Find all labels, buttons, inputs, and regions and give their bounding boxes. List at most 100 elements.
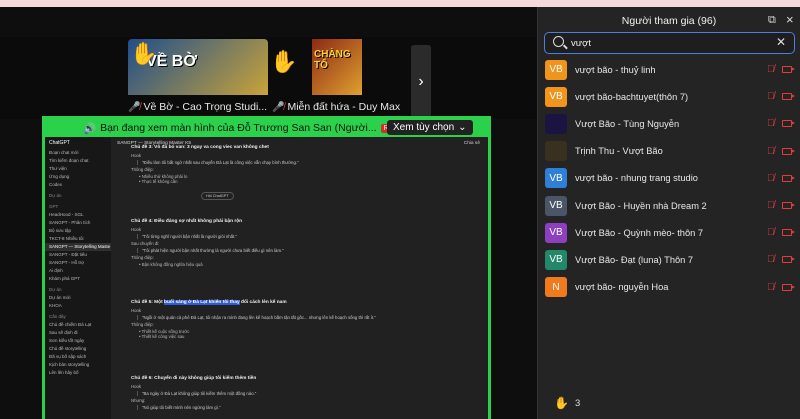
section-after: "Nó giúp tôi biết mình nên ngừng làm gì.… — [137, 405, 391, 410]
chatgpt-sidebar-item: Khám phá GPT — [49, 276, 81, 281]
chatgpt-logo: ChatGPT — [49, 140, 70, 146]
chatgpt-sidebar-item: TKCT-8 Nhiều tôi — [49, 236, 84, 241]
chatgpt-share: Chia sẻ — [463, 141, 480, 146]
section-hook: Hook — [131, 308, 142, 313]
share-banner: 🔊 Bạn đang xem màn hình của Đỗ Trương Sa… — [45, 119, 488, 137]
mic-off-icon: 🎤̸ — [272, 101, 285, 113]
chatgpt-sidebar-item: Ai định — [49, 268, 63, 273]
video-strip — [0, 37, 537, 119]
camera-off-icon — [782, 256, 795, 264]
tile-name: Về Bờ - Cao Trọng Studi... — [143, 101, 268, 113]
tile-thumbnail: VỀ BỜ ✋ — [128, 39, 268, 95]
chatgpt-sidebar-item: Chủ đề chiếm Đà Lạt — [49, 322, 92, 327]
camera-off-icon — [782, 120, 795, 128]
section-points-label: Thông điệp: — [131, 322, 154, 327]
tile-thumb-text: CHÀNG TỔ — [314, 49, 351, 71]
mic-off-icon: 🎙̸ — [767, 200, 775, 212]
section-after-label: Sau chuyến đi: — [131, 241, 160, 246]
chatgpt-section: Chủ đề 5: Một buổi sáng ở Đà Lạt khiến t… — [131, 300, 391, 339]
avatar: VB — [545, 86, 567, 107]
chatgpt-section: Chủ đề 6: Chuyến đi này không giúp tôi k… — [131, 376, 391, 412]
participant-row[interactable]: VB Vượt Bão - Huyền nhà Dream 2 🎙̸ — [538, 192, 800, 219]
chatgpt-sidebar: ChatGPT Đoạn chat mới Tìm kiếm đoạn chat T… — [45, 137, 111, 419]
search-input[interactable] — [571, 35, 761, 51]
chatgpt-sidebar-item: SANGPT - Phân tích — [49, 220, 91, 225]
camera-off-icon — [782, 66, 795, 74]
chatgpt-sidebar-item: Codex — [49, 182, 63, 187]
section-points-label: Thông điệp: — [131, 167, 154, 172]
tile-thumbnail: CHÀNG TỔ — [312, 39, 362, 95]
camera-off-icon — [782, 174, 795, 182]
participants-panel: Người tham gia (96) ⧉ × ✕ VB vượt bão - t… — [537, 7, 800, 419]
section-quote: "Điều làm tôi bất ngờ nhất sau chuyến Đà… — [137, 160, 391, 165]
participant-name: Vượt Bão - Tùng Nguyễn — [575, 118, 680, 129]
section-hook: Hook — [131, 227, 142, 232]
chevron-right-icon: › — [418, 73, 424, 90]
participant-row[interactable]: VB vượt bão-bachtuyet(thôn 7) 🎙̸ — [538, 83, 800, 110]
participant-name: vượt bão - nhung trang studio — [575, 173, 698, 184]
section-after-label: Nhưng: — [131, 398, 146, 403]
avatar: VB — [545, 222, 567, 243]
participant-name: Vượt Bão - Quỳnh mèo- thôn 7 — [575, 227, 704, 238]
chatgpt-sidebar-item: Đã vụ bố sập sách — [49, 354, 87, 359]
participant-search: ✕ — [544, 32, 795, 54]
avatar: VB — [545, 59, 567, 80]
chatgpt-sidebar-item: Tìm kiếm đoạn chat — [49, 158, 89, 163]
participant-name: Vượt Bão- Đạt (luna) Thôn 7 — [575, 254, 694, 265]
participant-row[interactable]: VB vượt bão - thuỷ linh 🎙̸ — [538, 56, 800, 83]
mic-off-icon: 🎙̸ — [767, 281, 775, 293]
participant-name: vượt bão - thuỷ linh — [575, 64, 656, 75]
participant-tile[interactable]: VỀ BỜ ✋ 🎤̸ Về Bờ - Cao Trọng Studi... — [128, 39, 268, 117]
chatgpt-sidebar-item: SANGPT — Storytelling Maste — [45, 243, 111, 251]
section-title: Chủ đề 3: Vô đà bó van: 3 ngay va cong v… — [131, 145, 269, 150]
mic-off-icon: 🎙̸ — [767, 145, 775, 157]
participant-row[interactable]: Vượt Bão - Tùng Nguyễn 🎙̸ — [538, 110, 800, 137]
chatgpt-sidebar-item: Chủ đề storytelling — [49, 346, 87, 351]
camera-off-icon — [782, 229, 795, 237]
section-points-label: Thông điệp: — [131, 255, 154, 260]
section-point-text: Thực tế không cần — [141, 179, 178, 184]
mic-off-icon: 🎙̸ — [767, 91, 775, 103]
clear-search-icon[interactable]: ✕ — [776, 35, 786, 49]
chatgpt-sidebar-item: Ứng dụng — [49, 174, 70, 179]
popout-icon[interactable]: ⧉ — [768, 14, 776, 27]
avatar: VB — [545, 195, 567, 216]
presenter-name: Đỗ Trương San San (Người... — [237, 122, 377, 134]
camera-off-icon — [782, 202, 795, 210]
avatar: VB — [545, 168, 567, 189]
participant-row[interactable]: Trịnh Thu - Vượt Bão 🎙̸ — [538, 138, 800, 165]
mic-off-icon: 🎙̸ — [767, 254, 775, 266]
raised-hand-icon: ✋ — [130, 41, 158, 66]
view-options-label: Xem tùy chọn — [393, 122, 455, 133]
top-notification-bar — [0, 0, 800, 7]
close-icon[interactable]: × — [786, 12, 794, 27]
chatgpt-sidebar-item: Sau sẽ định đi — [49, 330, 78, 335]
chatgpt-sidebar-item: HeadHood - SGL — [49, 212, 84, 217]
participant-row[interactable]: VB vượt bão - nhung trang studio 🎙̸ — [538, 165, 800, 192]
next-tiles-button[interactable]: › — [411, 45, 431, 119]
panel-title: Người tham gia (96) — [621, 15, 717, 27]
camera-off-icon — [782, 93, 795, 101]
section-quote: "Tôi từng nghĩ người bận nhất là người g… — [137, 234, 391, 239]
share-banner-text: Bạn đang xem màn hình của — [100, 122, 235, 134]
participant-tile[interactable]: CHÀNG TỔ 🎤̸ Miễn đất hứa - Duy Max — [272, 39, 408, 117]
section-title: Chủ đề 5: Một buổi sáng ở Đà Lạt khiến t… — [131, 300, 287, 305]
chatgpt-sidebar-item: SANGPT - Hỗ trợ — [49, 260, 85, 265]
raised-hand-icon: ✋ — [554, 396, 569, 410]
participant-row[interactable]: VB Vượt Bão- Đạt (luna) Thôn 7 🎙̸ — [538, 246, 800, 273]
camera-off-icon — [782, 147, 795, 155]
chatgpt-sidebar-item: Kịch bản storytelling — [49, 362, 90, 367]
screen-share: 🔊 Bạn đang xem màn hình của Đỗ Trương Sa… — [42, 116, 491, 419]
chatgpt-sidebar-item: Dự án mới — [49, 295, 71, 300]
section-quote: "Ngồi ở một quán cà phê Đà Lạt, tôi nhận… — [137, 315, 391, 320]
avatar — [545, 113, 567, 134]
view-options-button[interactable]: Xem tùy chọn ⌄ — [387, 120, 473, 135]
avatar — [545, 141, 567, 162]
mic-off-icon: 🎙̸ — [767, 172, 775, 184]
participant-row[interactable]: Nvượt bão- nguyễn Hoa 🎙̸ — [538, 274, 800, 301]
section-quote: "Ba ngày ở Đà Lạt không giúp tôi kiếm th… — [137, 391, 391, 396]
raised-hands-indicator[interactable]: ✋ 3 — [554, 396, 580, 410]
participant-row[interactable]: VB Vượt Bão - Quỳnh mèo- thôn 7 🎙̸ — [538, 219, 800, 246]
share-icon: 🔊 — [83, 122, 97, 135]
shared-chatgpt-window: ChatGPT Đoạn chat mới Tìm kiếm đoạn chat T… — [45, 137, 488, 419]
